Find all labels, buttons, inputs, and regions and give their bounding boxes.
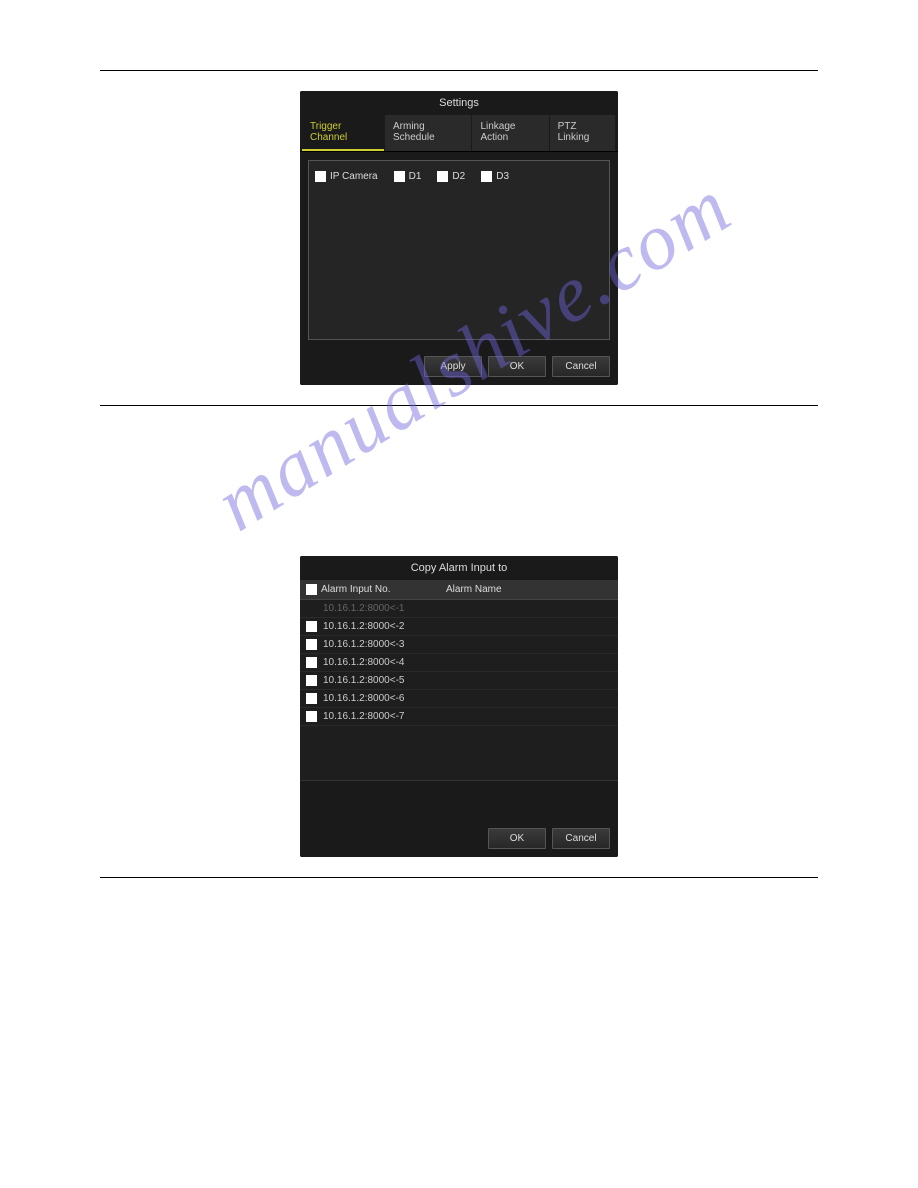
checkbox-icon (306, 657, 317, 668)
tab-ptz-linking[interactable]: PTZ Linking (550, 115, 615, 151)
checkbox-label: D1 (409, 171, 422, 182)
cell-alarm-no: 10.16.1.2:8000<-1 (323, 603, 404, 614)
cancel-button[interactable]: Cancel (552, 356, 610, 377)
checkbox-icon (306, 675, 317, 686)
checkbox-row: IP Camera D1 D2 D3 (315, 171, 603, 182)
col-alarm-name: Alarm Name (446, 584, 502, 595)
cancel-button[interactable]: Cancel (552, 828, 610, 849)
table-row[interactable]: 10.16.1.2:8000<-6 (300, 690, 618, 708)
checkbox-d1[interactable]: D1 (394, 171, 422, 182)
settings-panel: IP Camera D1 D2 D3 (308, 160, 610, 340)
checkbox-label: IP Camera (330, 171, 378, 182)
cell-alarm-no: 10.16.1.2:8000<-5 (323, 675, 404, 686)
checkbox-label: D2 (452, 171, 465, 182)
checkbox-d2[interactable]: D2 (437, 171, 465, 182)
copy-table-body: 10.16.1.2:8000<-1 10.16.1.2:8000<-2 10.1… (300, 600, 618, 780)
tab-arming-schedule[interactable]: Arming Schedule (385, 115, 471, 151)
checkbox-icon (306, 693, 317, 704)
cell-alarm-no: 10.16.1.2:8000<-3 (323, 639, 404, 650)
table-row[interactable]: 10.16.1.2:8000<-5 (300, 672, 618, 690)
col-alarm-input-no: Alarm Input No. (321, 584, 390, 595)
checkbox-icon (315, 171, 326, 182)
settings-tabs: Trigger Channel Arming Schedule Linkage … (300, 115, 618, 152)
table-row[interactable]: 10.16.1.2:8000<-7 (300, 708, 618, 726)
settings-dialog: Settings Trigger Channel Arming Schedule… (300, 91, 618, 385)
header-checkbox[interactable]: Alarm Input No. (306, 584, 446, 595)
tab-linkage-action[interactable]: Linkage Action (472, 115, 548, 151)
cell-alarm-no: 10.16.1.2:8000<-6 (323, 693, 404, 704)
copy-footer: OK Cancel (300, 820, 618, 857)
checkbox-icon (306, 711, 317, 722)
mid-rule (100, 405, 818, 406)
tab-trigger-channel[interactable]: Trigger Channel (302, 115, 384, 151)
ok-button[interactable]: OK (488, 356, 546, 377)
checkbox-icon (481, 171, 492, 182)
settings-footer: Apply OK Cancel (300, 348, 618, 385)
apply-button[interactable]: Apply (424, 356, 482, 377)
checkbox-icon (306, 584, 317, 595)
checkbox-ip-camera[interactable]: IP Camera (315, 171, 378, 182)
checkbox-icon (306, 639, 317, 650)
ok-button[interactable]: OK (488, 828, 546, 849)
table-row[interactable]: 10.16.1.2:8000<-1 (300, 600, 618, 618)
top-rule (100, 70, 818, 71)
bottom-rule (100, 877, 818, 878)
table-row[interactable]: 10.16.1.2:8000<-4 (300, 654, 618, 672)
copy-title: Copy Alarm Input to (300, 556, 618, 580)
cell-alarm-no: 10.16.1.2:8000<-2 (323, 621, 404, 632)
cell-alarm-no: 10.16.1.2:8000<-4 (323, 657, 404, 668)
table-row[interactable]: 10.16.1.2:8000<-3 (300, 636, 618, 654)
checkbox-label: D3 (496, 171, 509, 182)
checkbox-d3[interactable]: D3 (481, 171, 509, 182)
checkbox-icon (394, 171, 405, 182)
copy-table-header: Alarm Input No. Alarm Name (300, 580, 618, 600)
checkbox-icon (437, 171, 448, 182)
settings-title: Settings (300, 91, 618, 115)
table-row[interactable]: 10.16.1.2:8000<-2 (300, 618, 618, 636)
copy-alarm-dialog: Copy Alarm Input to Alarm Input No. Alar… (300, 556, 618, 857)
cell-alarm-no: 10.16.1.2:8000<-7 (323, 711, 404, 722)
checkbox-icon (306, 621, 317, 632)
